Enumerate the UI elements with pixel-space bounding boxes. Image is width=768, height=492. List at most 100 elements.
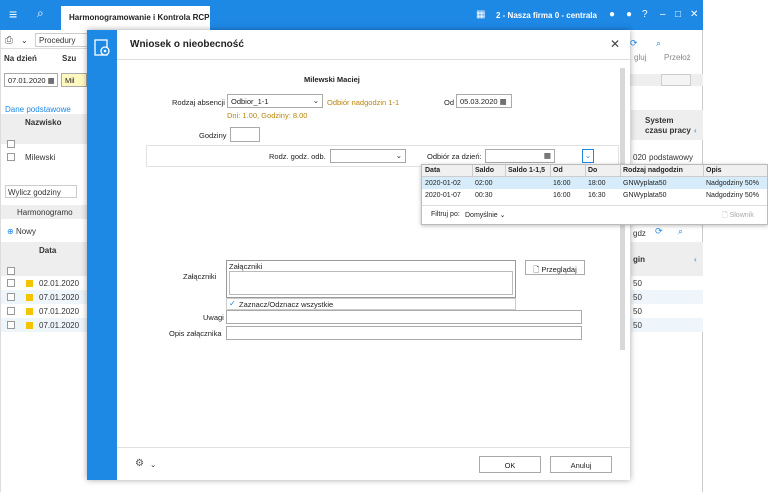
popup-cell[interactable]: 2020-01-07 <box>425 192 461 199</box>
menu-icon[interactable]: ≡ <box>9 6 17 22</box>
settings-icon[interactable]: ⚙ <box>135 458 144 469</box>
collapse-arrow-icon-2[interactable]: ‹ <box>694 255 697 264</box>
ok-button[interactable]: OK <box>479 456 541 473</box>
bell-icon[interactable]: ● <box>609 9 615 20</box>
search-icon[interactable]: ⌕ <box>37 6 44 21</box>
zalaczniki-box[interactable]: Załączniki <box>226 260 516 298</box>
table-row[interactable]: 07.01.2020 <box>1 304 89 318</box>
minimize-icon[interactable]: – <box>660 9 666 20</box>
anuluj-button[interactable]: Anuluj <box>550 456 612 473</box>
grid-icon[interactable]: ▦ <box>476 9 485 20</box>
popup-col-header[interactable]: Data <box>425 167 440 174</box>
popup-cell[interactable]: GNWyplata50 <box>623 192 667 199</box>
status-marker <box>26 280 33 287</box>
refresh-icon[interactable]: ⟳ <box>630 38 638 49</box>
popup-cell[interactable]: 16:30 <box>588 192 606 199</box>
popup-cell[interactable]: Nadgodziny 50% <box>706 180 759 187</box>
popup-cell[interactable]: 00:30 <box>475 192 493 199</box>
row-checkbox[interactable] <box>7 293 15 301</box>
row-value: 50 <box>633 307 642 316</box>
tab-dane-podstawowe[interactable]: Dane podstawowe <box>5 105 71 114</box>
right-input[interactable] <box>661 74 691 86</box>
popup-col-header[interactable]: Opis <box>706 167 722 174</box>
uwagi-input[interactable] <box>226 310 582 324</box>
search-value: Mil <box>65 76 75 85</box>
row-checkbox[interactable] <box>7 321 15 329</box>
harm-label: Harmonogramo <box>17 208 73 217</box>
search-field[interactable]: Mil <box>61 73 87 87</box>
system-header[interactable]: System czasu pracy <box>645 116 693 136</box>
odbior-date-input[interactable]: ▦ <box>485 149 555 163</box>
table-row[interactable]: 02.01.2020 <box>1 276 89 290</box>
wylicz-button[interactable]: Wylicz godziny <box>5 185 77 198</box>
app-tab[interactable]: Harmonogramowanie i Kontrola RCP <box>61 6 210 30</box>
employee-name: Milewski Maciej <box>304 75 360 84</box>
select-all-checkbox[interactable] <box>7 140 15 148</box>
zoom-icon[interactable]: ⌕ <box>656 38 661 49</box>
popup-cell[interactable]: 16:00 <box>553 192 571 199</box>
opis-input[interactable] <box>226 326 582 340</box>
table-row[interactable]: 07.01.2020 <box>1 290 89 304</box>
chevron-down-icon[interactable]: ⌄ <box>21 36 28 45</box>
help-icon[interactable]: ? <box>642 9 648 20</box>
lower-data-header[interactable]: Data <box>39 246 56 255</box>
popup-cell[interactable]: Nadgodziny 50% <box>706 192 759 199</box>
zalaczniki-list[interactable] <box>229 271 513 295</box>
popup-col-divider <box>585 165 586 177</box>
rodz-godz-select[interactable]: ⌄ <box>330 149 406 163</box>
uwagi-label: Uwagi <box>203 313 224 322</box>
popup-cell[interactable]: 18:00 <box>588 180 606 187</box>
table-row[interactable]: 50 <box>631 304 703 318</box>
filter-select[interactable]: Domyślnie ⌄ <box>465 211 506 219</box>
popup-cell[interactable]: 02:00 <box>475 180 493 187</box>
printer-icon[interactable]: ⎙ <box>5 35 13 46</box>
chevron-down-icon: ⌄ <box>312 96 319 105</box>
popup-cell[interactable]: GNWyplata50 <box>623 180 667 187</box>
opis-label: Opis załącznika <box>169 329 222 338</box>
anuluj-label: Anuluj <box>570 461 592 470</box>
popup-col-header[interactable]: Saldo 1-1,5 <box>508 167 545 174</box>
maximize-icon[interactable]: □ <box>675 9 681 20</box>
dni-text: Dni: 1.00, Godziny: 8.00 <box>227 111 308 120</box>
user-icon[interactable]: ● <box>626 9 632 20</box>
rodzaj-select[interactable]: Odbior_1-1 ⌄ <box>227 94 323 108</box>
row-checkbox[interactable] <box>7 153 15 161</box>
table-row[interactable]: 50 <box>631 290 703 304</box>
popup-col-header[interactable]: Rodzaj nadgodzin <box>623 167 683 174</box>
row-checkbox[interactable] <box>7 279 15 287</box>
na-dzien-input[interactable]: 07.01.2020 ▦ <box>4 73 58 87</box>
procedures-button[interactable]: Procedury <box>35 33 95 47</box>
collapse-arrow-icon[interactable]: ‹ <box>694 126 697 135</box>
row-date: 07.01.2020 <box>39 321 80 330</box>
row-date: 07.01.2020 <box>39 293 80 302</box>
zaznacz-row[interactable]: ✓ Zaznacz/Odznacz wszystkie <box>226 298 516 310</box>
slownik-button[interactable]: 🗋 Słownik <box>722 211 754 222</box>
zoom-icon-2[interactable]: ⌕ <box>678 226 683 237</box>
row-checkbox[interactable] <box>7 307 15 315</box>
od-date-input[interactable]: 05.03.2020 ▦ <box>456 94 512 108</box>
godziny-label: Godziny <box>199 131 227 140</box>
company-selector[interactable]: 2 - Nasza firma 0 - centrala <box>496 11 597 20</box>
absence-dialog: Wniosek o nieobecność ✕ Milewski Maciej … <box>87 30 630 480</box>
godziny-input[interactable] <box>230 127 260 142</box>
popup-cell[interactable]: 2020-01-02 <box>425 180 461 187</box>
popup-col-header[interactable]: Do <box>588 167 597 174</box>
przegladaj-button[interactable]: 🗋 Przeglądaj <box>525 260 585 275</box>
lower-select-all[interactable] <box>7 267 15 275</box>
table-row[interactable]: 50 <box>631 318 703 332</box>
odbior-dropdown-button[interactable]: ⌄ <box>582 149 594 163</box>
popup-col-header[interactable]: Saldo <box>475 167 494 174</box>
odbior-label: Odbiór za dzień: <box>427 152 482 161</box>
popup-col-header[interactable]: Od <box>553 167 563 174</box>
refresh-icon-2[interactable]: ⟳ <box>655 226 663 237</box>
popup-cell[interactable]: 16:00 <box>553 180 571 187</box>
table-row[interactable]: 07.01.2020 <box>1 318 89 332</box>
nazwisko-header[interactable]: Nazwisko <box>25 118 61 127</box>
procedures-label: Procedury <box>39 36 76 45</box>
table-row[interactable]: 50 <box>631 276 703 290</box>
close-icon[interactable]: ✕ <box>610 37 620 51</box>
nowy-button[interactable]: ⊕ Nowy <box>5 225 45 238</box>
chevron-down-icon[interactable]: ⌄ <box>150 460 156 469</box>
od-value: 05.03.2020 <box>460 97 498 106</box>
close-window-icon[interactable]: ✕ <box>690 9 698 20</box>
